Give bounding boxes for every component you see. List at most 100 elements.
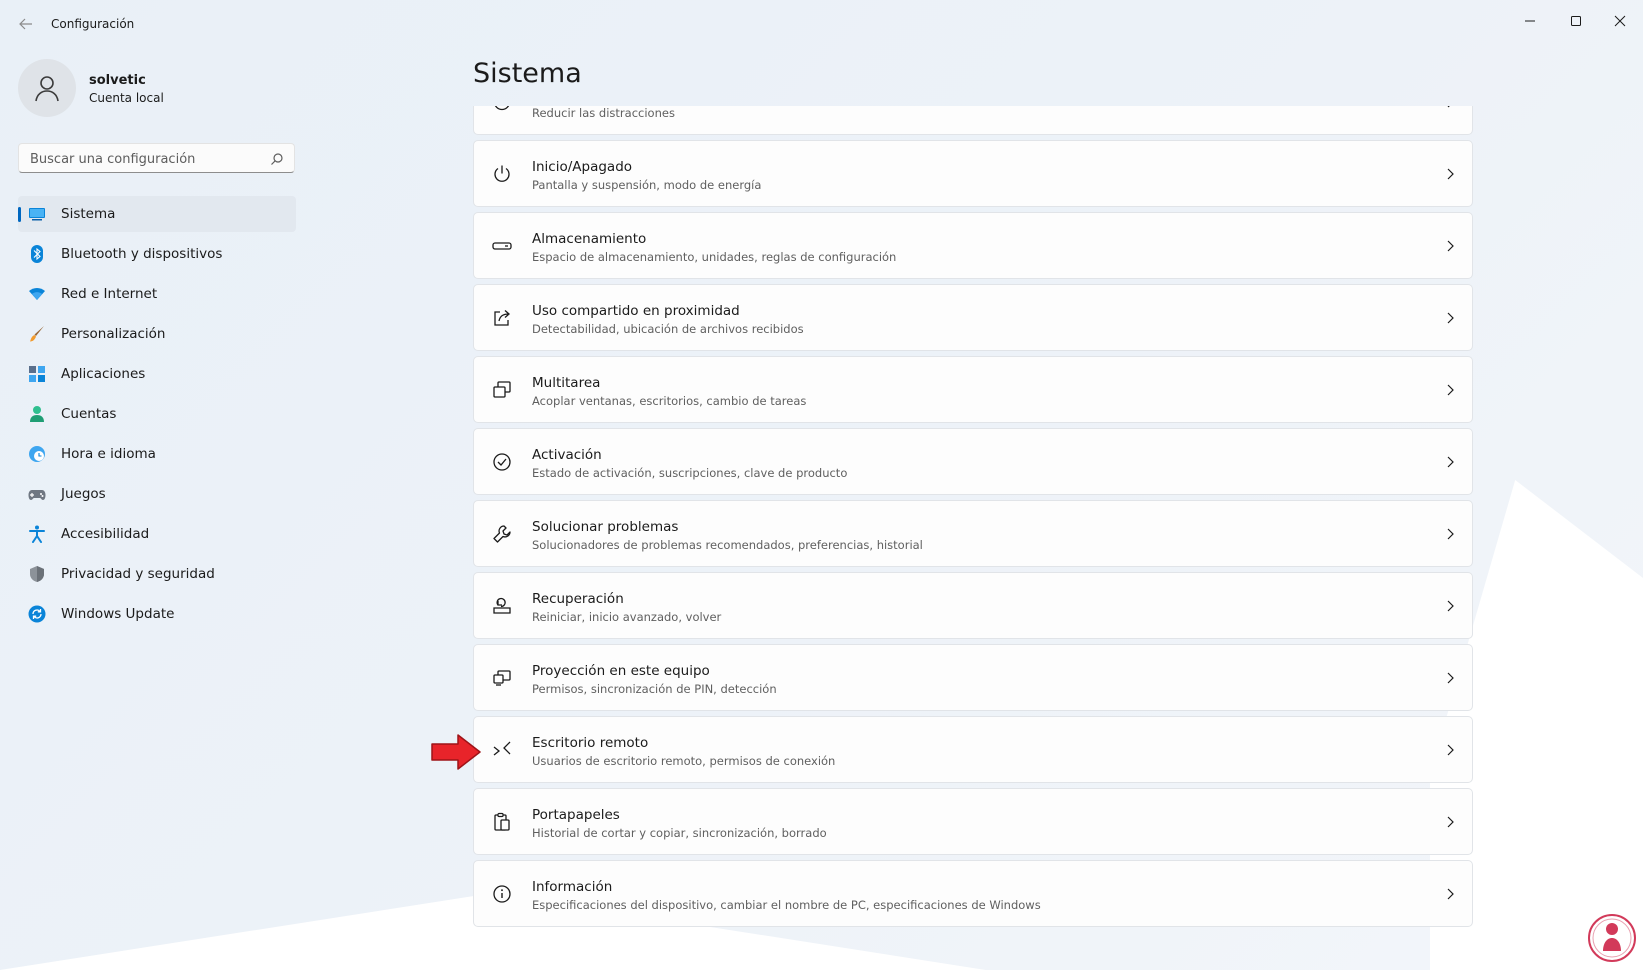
settings-item-title: Multitarea [532,375,601,391]
settings-item-subtitle: Acoplar ventanas, escritorios, cambio de… [532,394,807,408]
annotation-arrow-icon [431,734,481,770]
monitor-icon [29,208,45,221]
accessibility-icon [29,525,45,543]
focus-icon [494,106,510,111]
settings-item-title: Uso compartido en proximidad [532,303,740,319]
sidebar-item-privacidad[interactable]: Privacidad y seguridad [18,556,296,592]
sidebar-item-sistema[interactable]: Sistema [18,196,296,232]
check-circle-icon [493,453,511,471]
projection-icon [493,670,511,686]
sidebar-item-cuentas[interactable]: Cuentas [18,396,296,432]
sidebar-item-label: Bluetooth y dispositivos [61,246,223,262]
settings-list: Reducir las distracciones Inicio/Apagado… [473,106,1473,970]
sidebar-item-red[interactable]: Red e Internet [18,276,296,312]
sidebar-item-aplicaciones[interactable]: Aplicaciones [18,356,296,392]
settings-item-multitarea[interactable]: Multitarea Acoplar ventanas, escritorios… [473,356,1473,423]
settings-item-escritorio-remoto[interactable]: Escritorio remoto Usuarios de escritorio… [473,716,1473,783]
sidebar-nav: Sistema Bluetooth y dispositivos Red e I… [18,196,296,636]
close-button[interactable] [1597,6,1643,36]
chevron-right-icon [1447,168,1454,180]
minimize-button[interactable] [1507,6,1553,36]
sidebar-item-label: Hora e idioma [61,446,156,462]
settings-item-title: Inicio/Apagado [532,159,633,175]
settings-item-title: Activación [532,447,602,463]
maximize-button[interactable] [1553,6,1599,36]
chevron-right-icon [1447,384,1454,396]
settings-item-subtitle: Solucionadores de problemas recomendados… [532,538,923,552]
search-box [18,143,295,173]
settings-item-title: Almacenamiento [532,231,647,247]
title-bar: Configuración [0,0,1643,48]
app-title: Configuración [51,17,135,31]
sidebar-item-accesibilidad[interactable]: Accesibilidad [18,516,296,552]
user-name: solvetic [89,73,146,88]
chevron-right-icon [1447,672,1454,684]
power-icon [494,165,510,182]
account-type: Cuenta local [89,91,164,105]
back-arrow-icon [19,18,32,30]
settings-item-title: Recuperación [532,591,624,607]
chevron-right-icon [1447,744,1454,756]
settings-item-subtitle: Pantalla y suspensión, modo de energía [532,178,762,192]
settings-item-subtitle: Reducir las distracciones [532,106,675,120]
search-input[interactable] [28,149,262,169]
brush-icon [30,326,44,342]
maximize-icon [1571,16,1581,26]
minimize-icon [1525,20,1535,22]
settings-item-subtitle: Estado de activación, suscripciones, cla… [532,466,848,480]
settings-item-recuperacion[interactable]: Recuperación Reiniciar, inicio avanzado,… [473,572,1473,639]
storage-icon [492,242,512,250]
back-button[interactable] [14,12,38,36]
shield-icon [30,566,44,582]
settings-item-almacenamiento[interactable]: Almacenamiento Espacio de almacenamiento… [473,212,1473,279]
settings-item-uso-compartido[interactable]: Uso compartido en proximidad Detectabili… [473,284,1473,351]
chevron-right-icon [1447,600,1454,612]
sidebar-item-label: Aplicaciones [61,366,146,382]
sidebar-item-windows-update[interactable]: Windows Update [18,596,296,632]
sidebar-item-hora[interactable]: Hora e idioma [18,436,296,472]
multitask-icon [493,381,511,398]
chevron-right-icon [1447,528,1454,540]
clipboard-icon [494,812,510,831]
watermark-logo-icon [1588,914,1636,962]
settings-item-title: Proyección en este equipo [532,663,710,679]
avatar[interactable] [18,59,76,117]
sidebar-item-juegos[interactable]: Juegos [18,476,296,512]
sidebar-item-label: Personalización [61,326,166,342]
settings-item-solucionar-problemas[interactable]: Solucionar problemas Solucionadores de p… [473,500,1473,567]
search-icon[interactable] [270,152,284,166]
settings-item-title: Información [532,879,613,895]
sidebar-item-bluetooth[interactable]: Bluetooth y dispositivos [18,236,296,272]
settings-item-focus[interactable]: Reducir las distracciones [473,106,1473,135]
sidebar-item-label: Cuentas [61,406,117,422]
chevron-right-icon [1447,240,1454,252]
settings-item-subtitle: Espacio de almacenamiento, unidades, reg… [532,250,897,264]
sidebar-item-label: Windows Update [61,606,175,622]
settings-item-subtitle: Historial de cortar y copiar, sincroniza… [532,826,827,840]
settings-item-activacion[interactable]: Activación Estado de activación, suscrip… [473,428,1473,495]
remote-desktop-icon [493,741,511,756]
settings-item-subtitle: Detectabilidad, ubicación de archivos re… [532,322,804,336]
settings-item-title: Portapapeles [532,807,620,823]
chevron-right-icon [1447,456,1454,468]
chevron-right-icon [1447,888,1454,900]
settings-item-portapapeles[interactable]: Portapapeles Historial de cortar y copia… [473,788,1473,855]
globe-clock-icon [29,446,45,462]
settings-item-informacion[interactable]: Información Especificaciones del disposi… [473,860,1473,927]
settings-item-proyeccion[interactable]: Proyección en este equipo Permisos, sinc… [473,644,1473,711]
wifi-icon [29,288,45,300]
sidebar-item-personalizacion[interactable]: Personalización [18,316,296,352]
settings-item-title: Escritorio remoto [532,735,649,751]
settings-item-subtitle: Permisos, sincronización de PIN, detecci… [532,682,777,696]
settings-item-subtitle: Especificaciones del dispositivo, cambia… [532,898,1041,912]
settings-item-subtitle: Reiniciar, inicio avanzado, volver [532,610,722,624]
sidebar-item-label: Juegos [61,486,106,502]
chevron-right-icon [1447,816,1454,828]
settings-item-subtitle: Usuarios de escritorio remoto, permisos … [532,754,836,768]
settings-item-inicio-apagado[interactable]: Inicio/Apagado Pantalla y suspensión, mo… [473,140,1473,207]
share-icon [494,310,510,326]
settings-item-title: Solucionar problemas [532,519,679,535]
recovery-icon [493,597,511,614]
update-icon [28,605,46,623]
apps-icon [29,366,45,382]
